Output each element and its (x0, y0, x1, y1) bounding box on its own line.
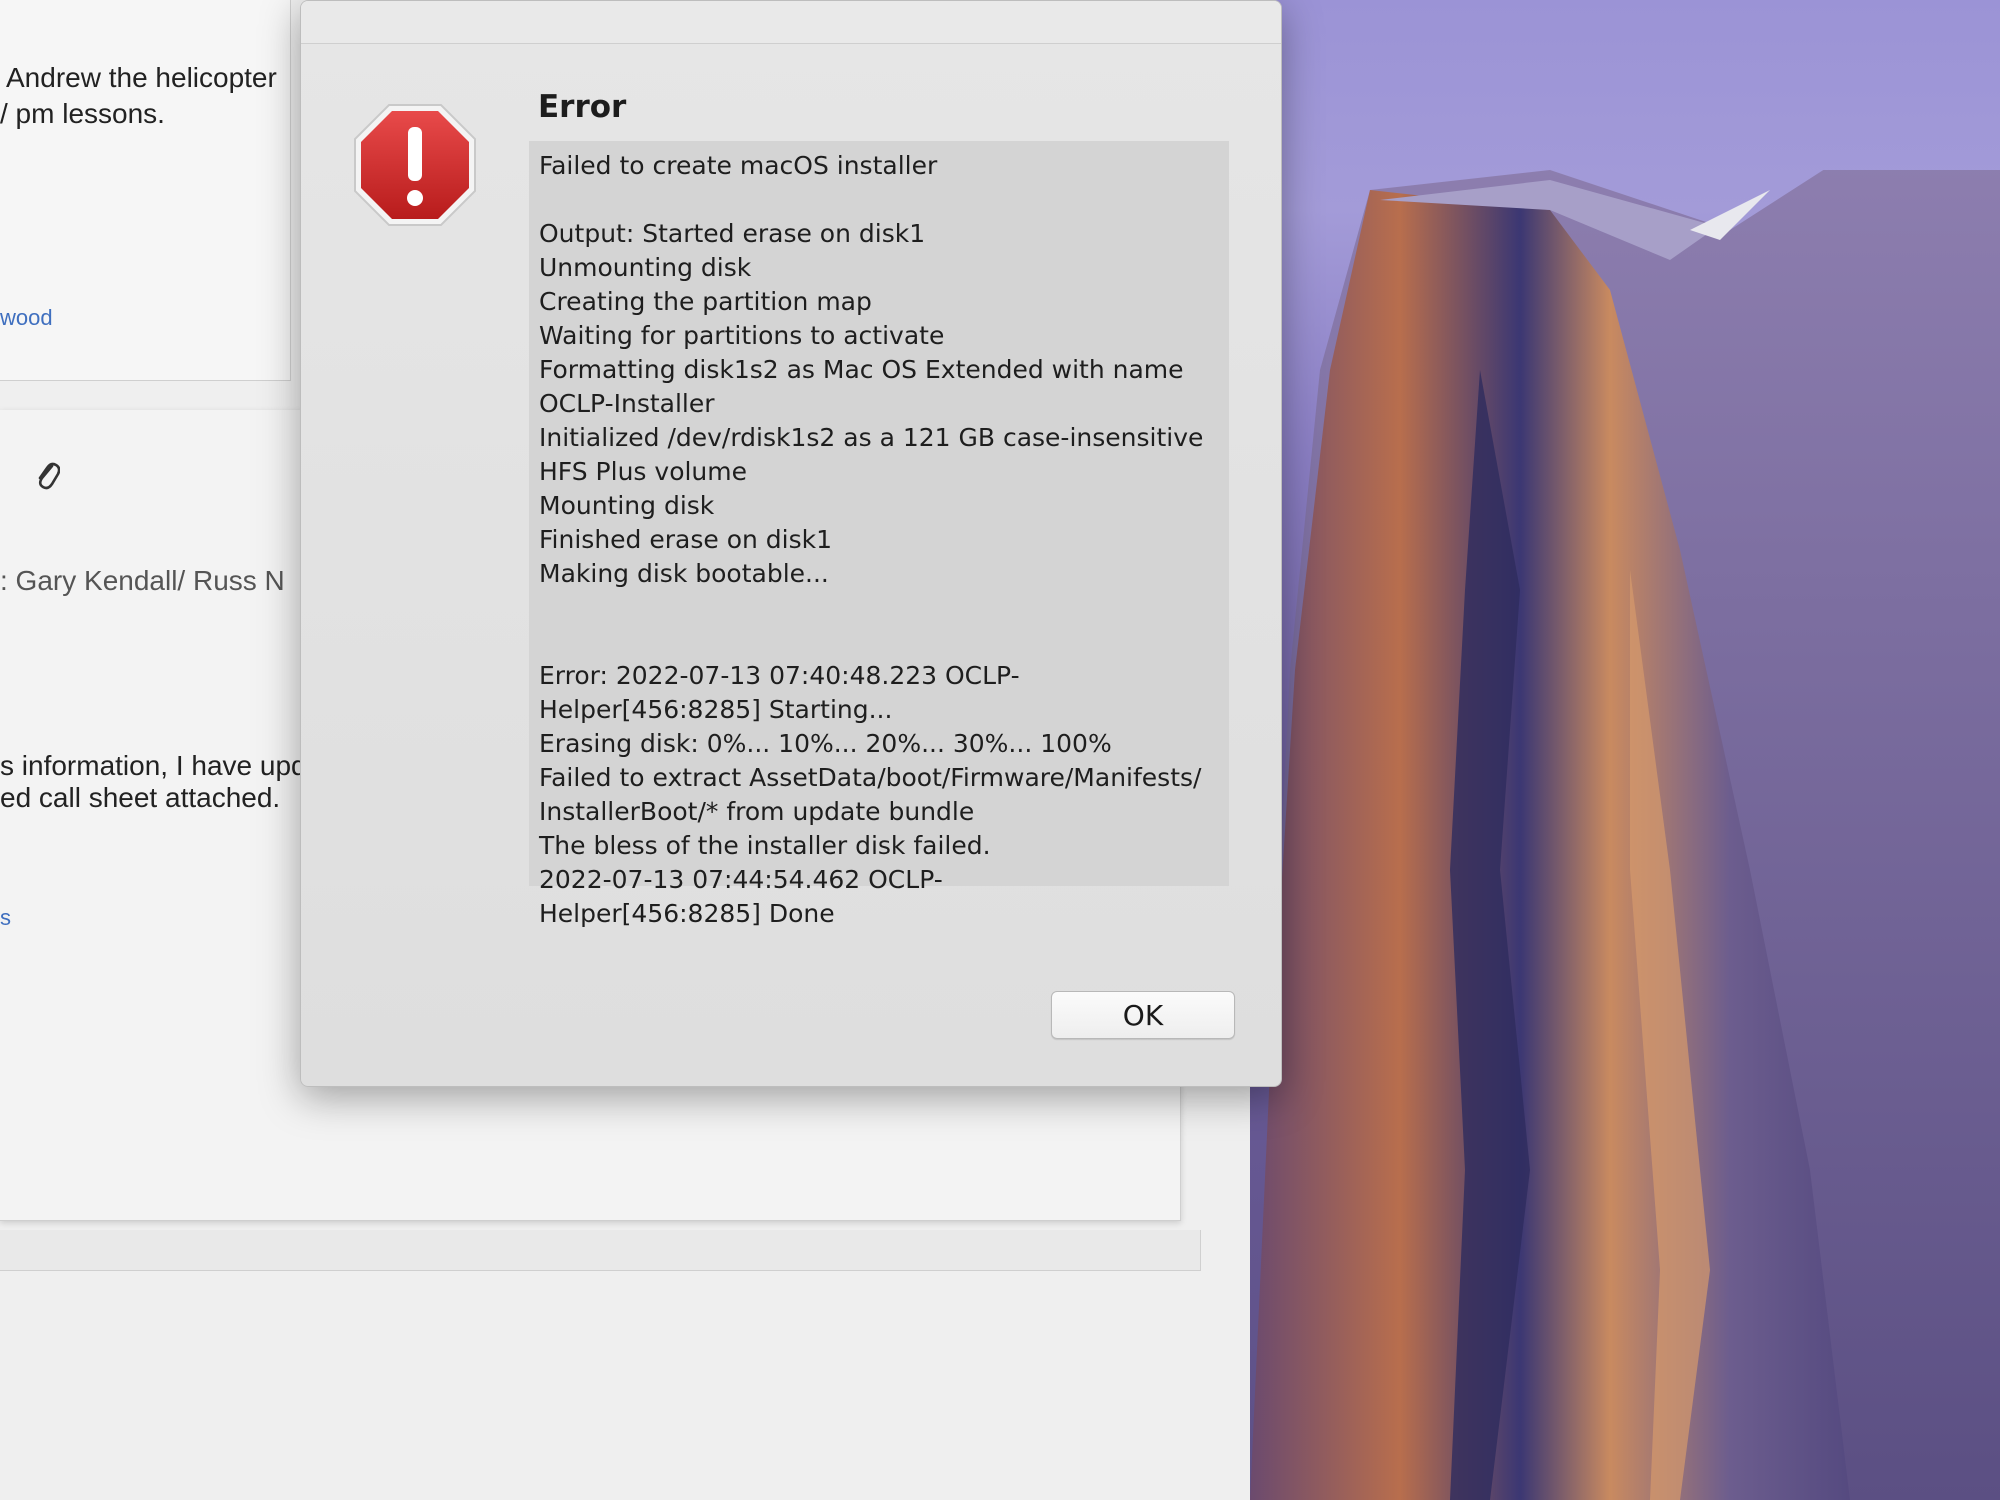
message-line: OCLP-Installer (539, 389, 715, 418)
message-line: Making disk bootable... (539, 559, 829, 588)
message-line: Mounting disk (539, 491, 715, 520)
mail-message-card[interactable]: Andrew the helicopter / pm lessons. wood (0, 0, 291, 381)
message-line: InstallerBoot/* from update bundle (539, 797, 975, 826)
mail-message-card (0, 1230, 1201, 1271)
mail-body-text: s information, I have upd (0, 750, 307, 781)
mail-link[interactable]: wood (0, 305, 53, 331)
ok-button[interactable]: OK (1051, 991, 1235, 1039)
message-line: Error: 2022-07-13 07:40:48.223 OCLP- (539, 661, 1020, 690)
message-line: Initialized /dev/rdisk1s2 as a 121 GB ca… (539, 423, 1204, 452)
message-line: The bless of the installer disk failed. (539, 831, 991, 860)
message-line: Finished erase on disk1 (539, 525, 833, 554)
message-line: Failed to create macOS installer (539, 151, 938, 180)
message-line: Unmounting disk (539, 253, 752, 282)
mail-message-text: / pm lessons. (0, 98, 165, 129)
message-line: 2022-07-13 07:44:54.462 OCLP- (539, 865, 943, 894)
message-line: Formatting disk1s2 as Mac OS Extended wi… (539, 355, 1184, 384)
wallpaper-cliff-image (1250, 170, 2000, 1500)
stop-icon (354, 104, 476, 226)
alert-title: Error (538, 89, 627, 125)
error-alert-dialog: Error Failed to create macOS installer O… (300, 0, 1282, 1087)
message-line: HFS Plus volume (539, 457, 748, 486)
mail-message-text: Andrew the helicopter (6, 62, 277, 93)
message-line: Helper[456:8285] Starting... (539, 695, 893, 724)
message-line: Erasing disk: 0%... 10%... 20%... 30%...… (539, 729, 1112, 758)
message-line: Output: Started erase on disk1 (539, 219, 926, 248)
paperclip-icon[interactable] (34, 458, 60, 492)
mail-body-text: ed call sheet attached. (0, 782, 281, 813)
message-line: Creating the partition map (539, 287, 872, 316)
alert-message-text: Failed to create macOS installer Output:… (529, 141, 1229, 928)
message-line: Failed to extract AssetData/boot/Firmwar… (539, 763, 1202, 792)
mail-link[interactable]: s (0, 905, 11, 931)
message-line: Helper[456:8285] Done (539, 899, 835, 928)
message-line: Waiting for partitions to activate (539, 321, 945, 350)
alert-title-bar (301, 1, 1281, 44)
mail-recipients: : Gary Kendall/ Russ N (0, 565, 285, 596)
